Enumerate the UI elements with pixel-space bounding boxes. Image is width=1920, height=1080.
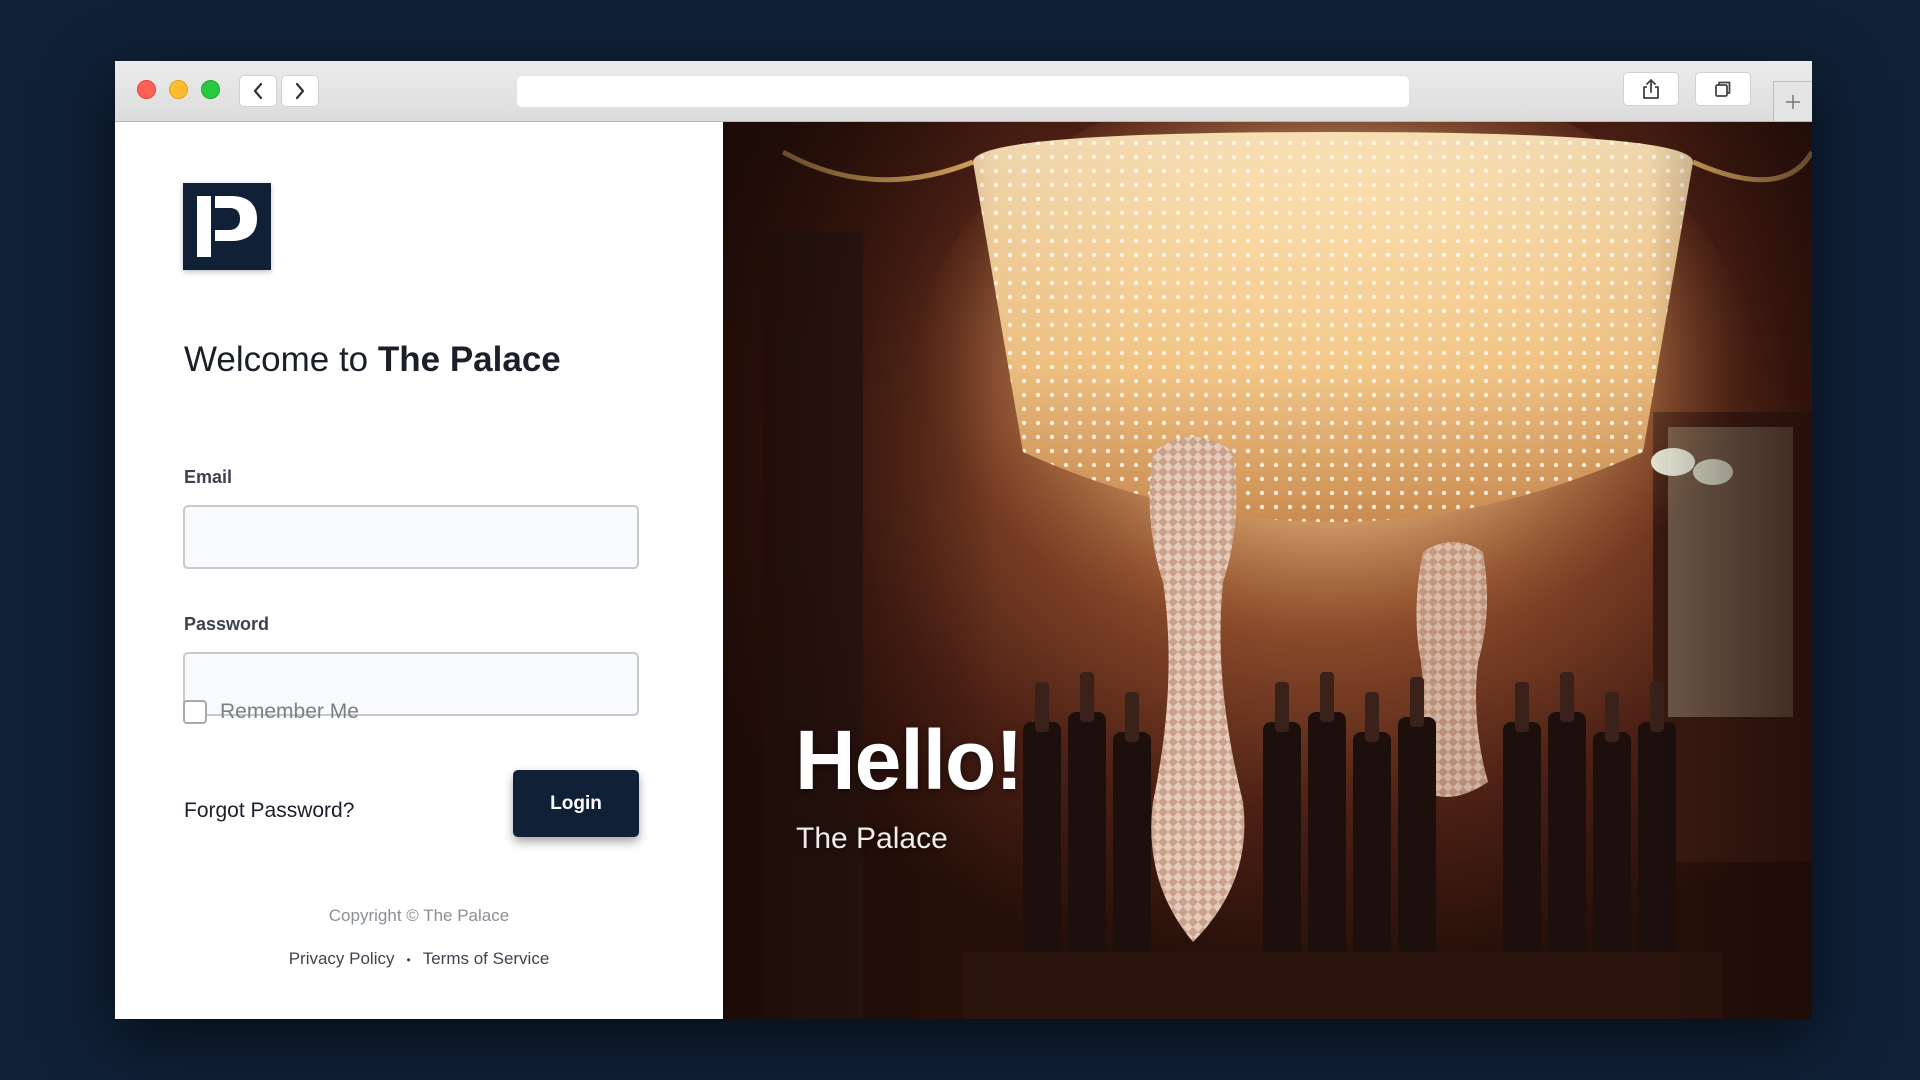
- welcome-prefix: Welcome to: [184, 340, 378, 379]
- terms-of-service-link[interactable]: Terms of Service: [423, 949, 550, 968]
- password-label: Password: [184, 614, 270, 634]
- palace-logo: [183, 183, 271, 270]
- browser-toolbar: [115, 61, 1812, 122]
- remember-me-checkbox[interactable]: [183, 700, 207, 724]
- address-bar[interactable]: [516, 75, 1410, 108]
- remember-me-label[interactable]: Remember Me: [220, 700, 359, 724]
- footer-separator: •: [406, 952, 411, 967]
- new-tab-button[interactable]: [1773, 81, 1812, 121]
- forward-arrow-icon: [295, 82, 305, 100]
- hero-title: Hello!: [795, 713, 1023, 807]
- minimize-window-button[interactable]: [169, 80, 188, 99]
- welcome-heading: Welcome to The Palace: [184, 340, 561, 380]
- login-panel: Welcome to The Palace Email Password Rem…: [115, 122, 723, 1019]
- welcome-brand: The Palace: [377, 340, 561, 379]
- footer-links: Privacy Policy • Terms of Service: [115, 949, 723, 969]
- show-tabs-button[interactable]: [1695, 72, 1751, 106]
- back-arrow-icon: [253, 82, 263, 100]
- forgot-password-link[interactable]: Forgot Password?: [184, 799, 354, 823]
- hero-image: Hello! The Palace: [723, 122, 1812, 1019]
- chandelier-scene-illustration: [723, 122, 1812, 1019]
- close-window-button[interactable]: [137, 80, 156, 99]
- back-button[interactable]: [239, 75, 277, 107]
- login-button[interactable]: Login: [513, 770, 639, 837]
- email-label: Email: [184, 467, 233, 487]
- browser-window: Welcome to The Palace Email Password Rem…: [115, 61, 1812, 1019]
- tabs-icon: [1715, 81, 1731, 97]
- email-field[interactable]: [183, 505, 639, 569]
- maximize-window-button[interactable]: [201, 80, 220, 99]
- copyright-text: Copyright © The Palace: [328, 906, 510, 925]
- share-icon: [1643, 79, 1659, 99]
- palace-logo-mark: [197, 196, 257, 257]
- plus-icon: [1786, 94, 1800, 109]
- privacy-policy-link[interactable]: Privacy Policy: [289, 949, 395, 968]
- forward-button[interactable]: [281, 75, 319, 107]
- hero-subtitle: The Palace: [796, 822, 948, 855]
- share-button[interactable]: [1623, 72, 1679, 106]
